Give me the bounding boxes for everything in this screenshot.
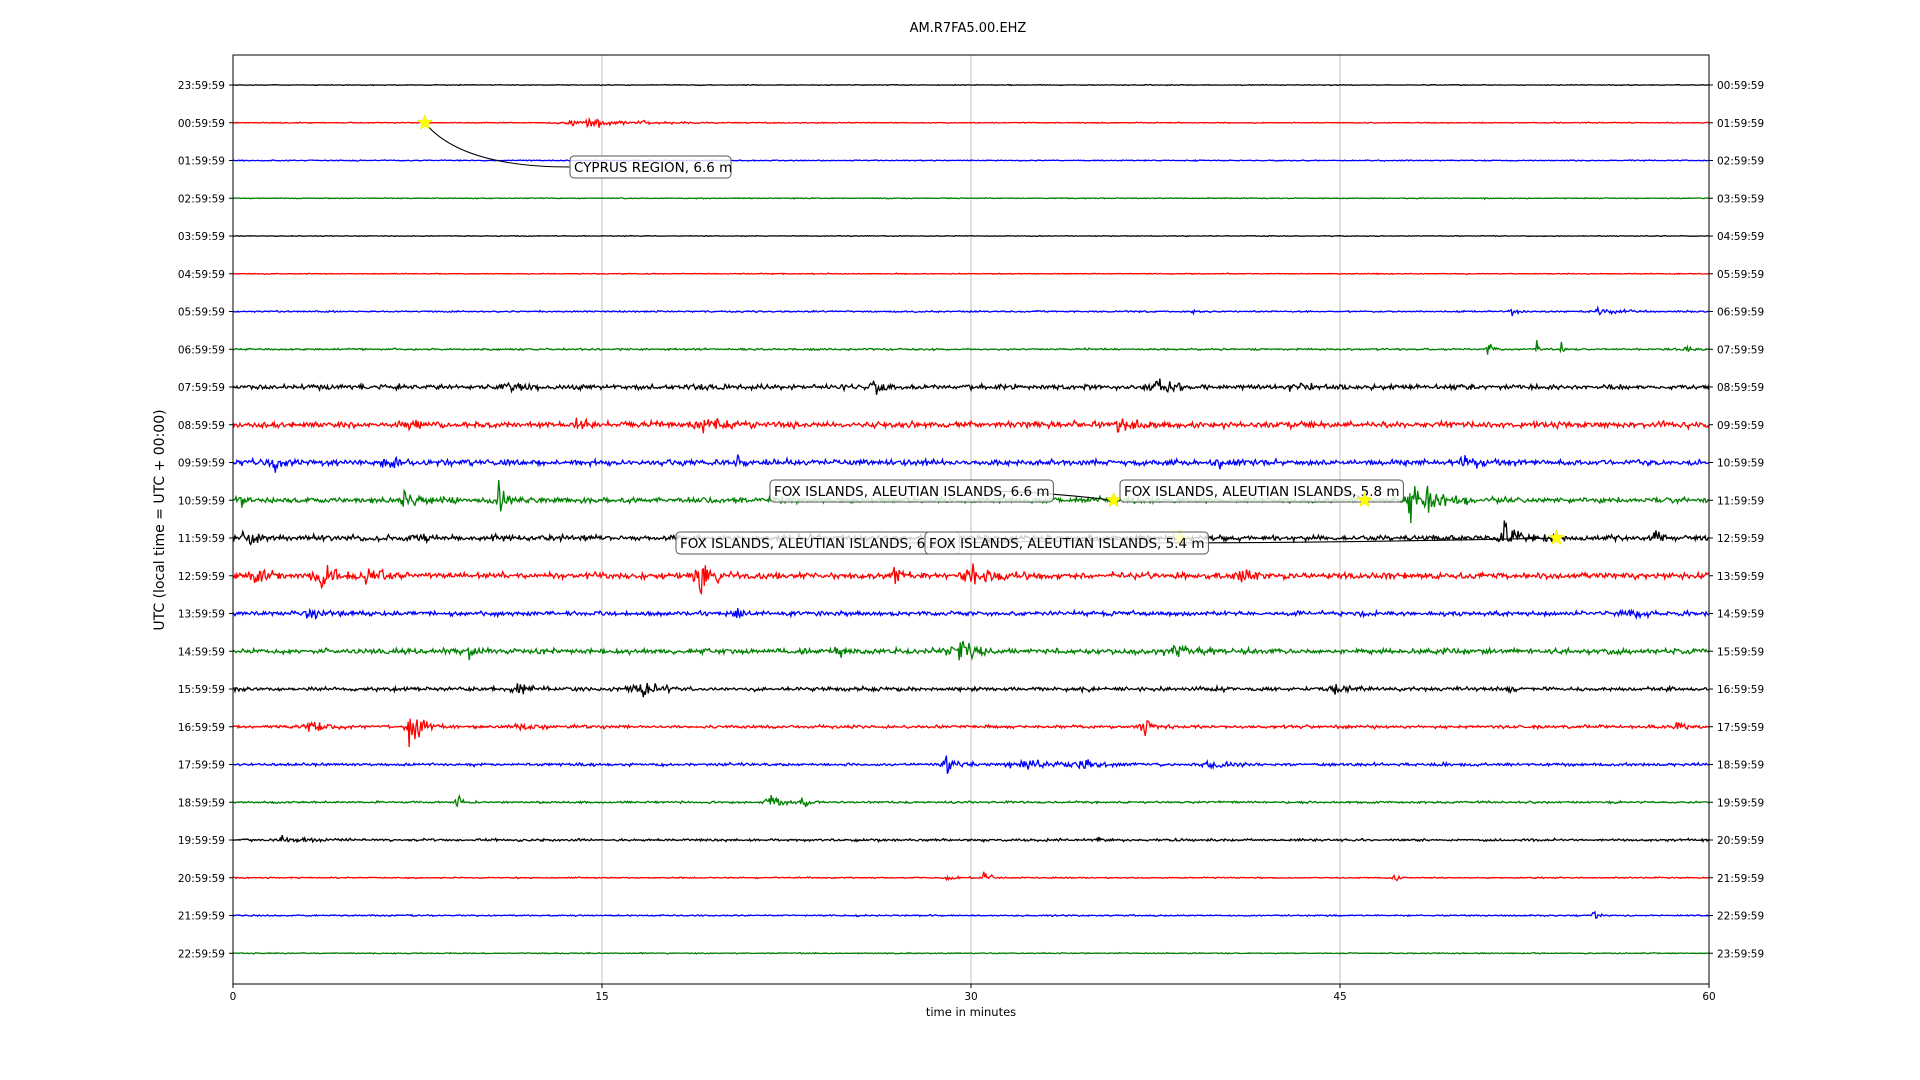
right-tick-label: 23:59:59	[1717, 948, 1764, 960]
left-tick-label: 18:59:59	[178, 797, 225, 809]
right-tick-label: 00:59:59	[1717, 80, 1764, 92]
grid-lines	[601, 55, 1341, 984]
helicorder-chart: AM.R7FA5.00.EHZ CYPRUS REGION, 6.6 m FOX …	[0, 0, 1920, 1080]
left-tick-label: 09:59:59	[178, 458, 225, 470]
left-y-axis: 23:59:59 00:59:59 01:59:59 02:59:59 03:59:59…	[178, 80, 233, 960]
x-axis: 0 15 30 45 60	[230, 984, 1716, 1003]
right-tick-label: 17:59:59	[1717, 722, 1764, 734]
right-tick-label: 20:59:59	[1717, 835, 1764, 847]
x-axis-label: time in minutes	[926, 1005, 1016, 1019]
right-tick-label: 05:59:59	[1717, 269, 1764, 281]
left-tick-label: 05:59:59	[178, 307, 225, 319]
right-tick-label: 02:59:59	[1717, 156, 1764, 168]
left-tick-label: 13:59:59	[178, 609, 225, 621]
left-tick-label: 11:59:59	[178, 533, 225, 545]
right-tick-label: 08:59:59	[1717, 382, 1764, 394]
left-tick-label: 12:59:59	[178, 571, 225, 583]
x-tick-label: 45	[1333, 991, 1346, 1003]
left-tick-label: 20:59:59	[178, 873, 225, 885]
right-tick-label: 03:59:59	[1717, 193, 1764, 205]
right-tick-label: 09:59:59	[1717, 420, 1764, 432]
chart-title: AM.R7FA5.00.EHZ	[910, 21, 1027, 36]
right-tick-label: 06:59:59	[1717, 307, 1764, 319]
left-tick-label: 03:59:59	[178, 231, 225, 243]
seismic-trace	[232, 159, 1710, 163]
right-tick-label: 13:59:59	[1717, 571, 1764, 583]
right-tick-label: 07:59:59	[1717, 344, 1764, 356]
left-tick-label: 23:59:59	[178, 80, 225, 92]
left-tick-label: 21:59:59	[178, 911, 225, 923]
x-tick-label: 30	[964, 991, 977, 1003]
seismic-trace	[232, 272, 1710, 276]
right-tick-label: 21:59:59	[1717, 873, 1764, 885]
left-tick-label: 19:59:59	[178, 835, 225, 847]
seismic-trace	[232, 83, 1710, 87]
seismic-trace	[232, 234, 1710, 238]
event-label: FOX ISLANDS, ALEUTIAN ISLANDS, 6.2 m	[680, 536, 956, 552]
event-label: CYPRUS REGION, 6.6 m	[574, 160, 732, 176]
left-tick-label: 00:59:59	[178, 118, 225, 130]
right-tick-label: 19:59:59	[1717, 797, 1764, 809]
right-tick-label: 10:59:59	[1717, 458, 1764, 470]
event-label: FOX ISLANDS, ALEUTIAN ISLANDS, 5.4 m	[929, 536, 1205, 552]
x-tick-label: 60	[1702, 991, 1715, 1003]
left-tick-label: 08:59:59	[178, 420, 225, 432]
event-star-marker	[1105, 491, 1122, 508]
y-axis-label: UTC (local time = UTC + 00:00)	[152, 409, 168, 630]
right-tick-label: 01:59:59	[1717, 118, 1764, 130]
left-tick-label: 04:59:59	[178, 269, 225, 281]
event-annotations: CYPRUS REGION, 6.6 m FOX ISLANDS, ALEUTIA…	[416, 114, 1565, 555]
right-tick-label: 12:59:59	[1717, 533, 1764, 545]
left-tick-label: 02:59:59	[178, 193, 225, 205]
right-y-axis: 00:59:59 01:59:59 02:59:59 03:59:59 04:59:59…	[1709, 80, 1764, 960]
right-tick-label: 04:59:59	[1717, 231, 1764, 243]
left-tick-label: 01:59:59	[178, 156, 225, 168]
helicorder-svg: AM.R7FA5.00.EHZ CYPRUS REGION, 6.6 m FOX …	[152, 21, 1764, 1019]
event-label: FOX ISLANDS, ALEUTIAN ISLANDS, 6.6 m	[774, 484, 1050, 500]
left-tick-label: 17:59:59	[178, 760, 225, 772]
right-tick-label: 22:59:59	[1717, 911, 1764, 923]
x-tick-label: 0	[230, 991, 237, 1003]
left-tick-label: 06:59:59	[178, 344, 225, 356]
left-tick-label: 22:59:59	[178, 948, 225, 960]
event-star-marker	[416, 114, 434, 130]
left-tick-label: 16:59:59	[178, 722, 225, 734]
left-tick-label: 15:59:59	[178, 684, 225, 696]
event-star-marker	[1548, 529, 1565, 546]
right-tick-label: 18:59:59	[1717, 760, 1764, 772]
right-tick-label: 16:59:59	[1717, 684, 1764, 696]
x-tick-label: 15	[595, 991, 608, 1003]
left-tick-label: 14:59:59	[178, 646, 225, 658]
right-tick-label: 11:59:59	[1717, 495, 1764, 507]
right-tick-label: 14:59:59	[1717, 609, 1764, 621]
left-tick-label: 10:59:59	[178, 495, 225, 507]
right-tick-label: 15:59:59	[1717, 646, 1764, 658]
left-tick-label: 07:59:59	[178, 382, 225, 394]
